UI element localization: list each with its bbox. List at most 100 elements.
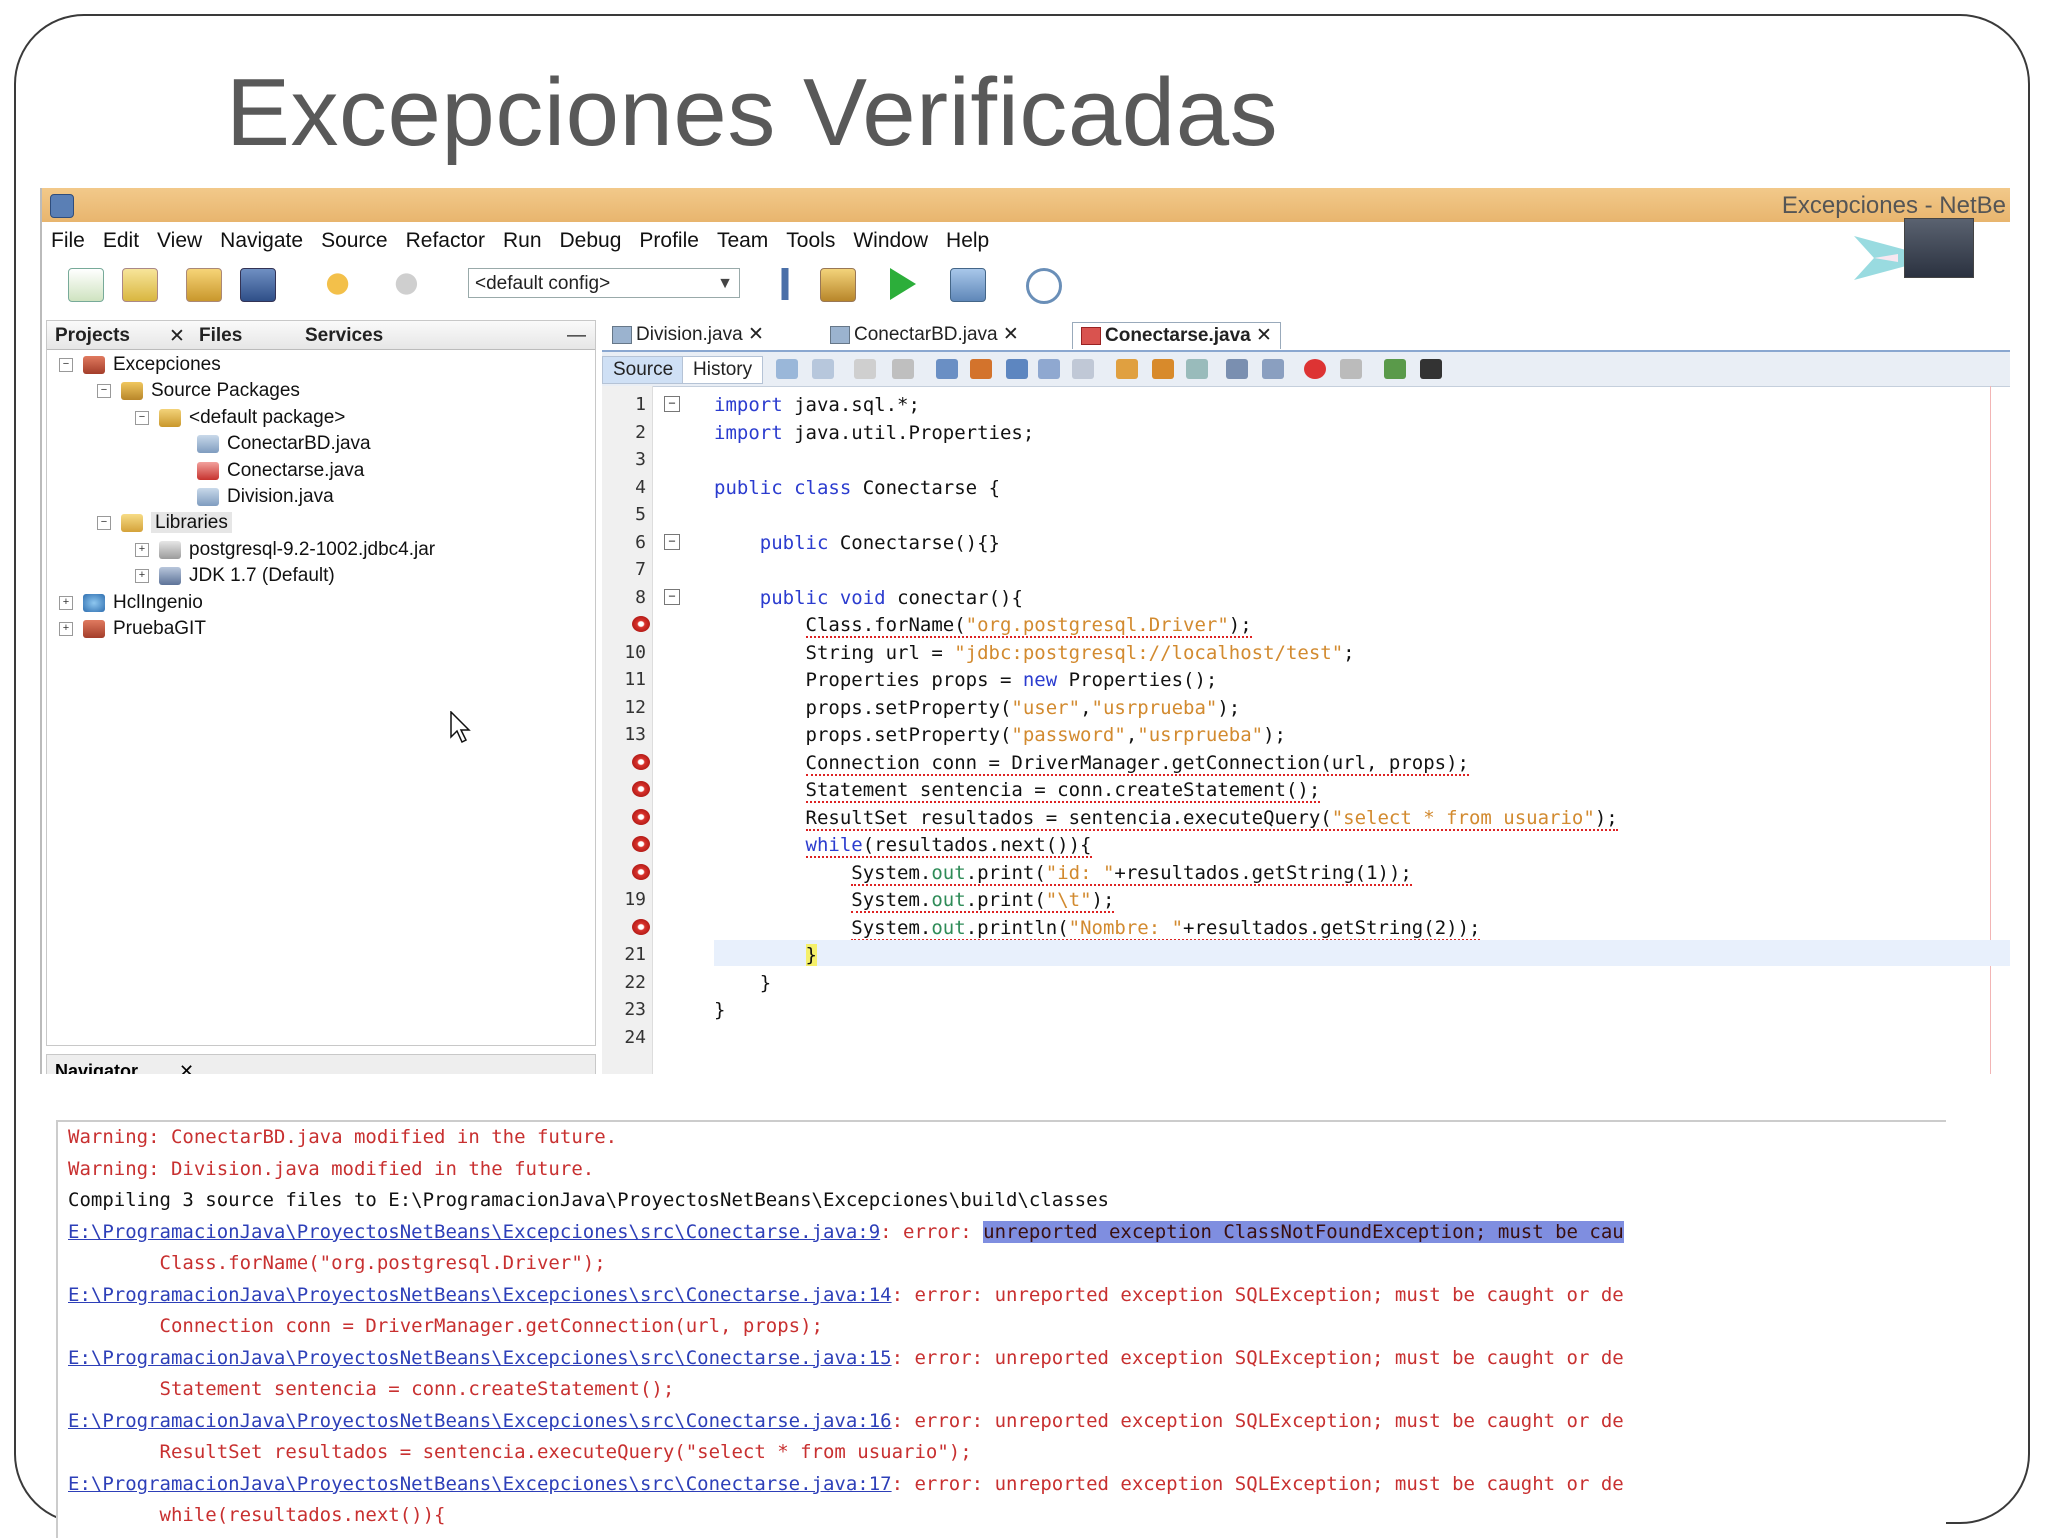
tab-conectarse-java[interactable]: Conectarse.java ✕ [1072, 322, 1281, 349]
menu-item-team[interactable]: Team [708, 224, 777, 258]
tree-node[interactable]: Division.java [173, 483, 334, 511]
error-source-link[interactable]: E:\ProgramacionJava\ProyectosNetBeans\Ex… [68, 1347, 892, 1369]
menu-item-run[interactable]: Run [494, 224, 551, 258]
redo-icon[interactable] [386, 268, 420, 300]
close-icon[interactable]: ✕ [179, 1061, 194, 1074]
tree-node[interactable]: + HclIngenio [59, 589, 203, 617]
error-badge-icon[interactable] [632, 863, 650, 880]
tree-node[interactable]: − Libraries [97, 509, 232, 537]
tab-division-java[interactable]: Division.java ✕ [604, 322, 772, 348]
close-icon[interactable]: ✕ [169, 325, 185, 348]
back-icon[interactable] [776, 359, 798, 379]
config-select[interactable]: <default config> ▼ [468, 268, 740, 298]
navigator-label[interactable]: Navigator [55, 1061, 138, 1074]
find-next-icon[interactable] [1006, 359, 1028, 379]
menu-item-refactor[interactable]: Refactor [397, 224, 494, 258]
record-macro-icon[interactable] [1304, 359, 1326, 379]
shift-left-icon[interactable] [1186, 359, 1208, 379]
forward-icon[interactable] [812, 359, 834, 379]
find-icon[interactable] [936, 359, 958, 379]
tab-services[interactable]: Services [305, 325, 383, 347]
error-badge-icon[interactable] [632, 808, 650, 825]
toggle-icon[interactable] [892, 359, 914, 379]
tab-files[interactable]: Files [199, 325, 242, 347]
error-source-link[interactable]: E:\ProgramacionJava\ProyectosNetBeans\Ex… [68, 1221, 880, 1243]
expand-toggle-icon[interactable]: + [59, 621, 73, 636]
error-badge-icon[interactable] [632, 781, 650, 797]
tree-node[interactable]: ConectarBD.java [173, 430, 371, 458]
save-all-icon[interactable] [240, 268, 276, 302]
expand-toggle-icon[interactable]: − [59, 357, 73, 372]
tree-node[interactable]: + postgresql-9.2-1002.jdbc4.jar [135, 536, 435, 564]
undo-icon[interactable] [324, 268, 358, 300]
tab-conectarbd-java[interactable]: ConectarBD.java ✕ [822, 322, 1027, 348]
menu-item-edit[interactable]: Edit [94, 224, 148, 258]
menu-item-help[interactable]: Help [937, 224, 998, 258]
next-bookmark-icon[interactable] [1152, 359, 1174, 379]
expand-toggle-icon[interactable]: + [59, 595, 73, 610]
menu-item-file[interactable]: File [42, 224, 94, 258]
expand-toggle-icon[interactable]: − [135, 410, 149, 425]
comment-icon[interactable] [1262, 359, 1284, 379]
output-line[interactable]: E:\ProgramacionJava\ProyectosNetBeans\Ex… [68, 1410, 1624, 1432]
tree-node[interactable]: + PruebaGIT [59, 615, 206, 643]
output-line[interactable]: E:\ProgramacionJava\ProyectosNetBeans\Ex… [68, 1220, 1624, 1243]
error-badge-icon[interactable] [632, 753, 650, 770]
menu-item-view[interactable]: View [148, 224, 211, 258]
menu-item-navigate[interactable]: Navigate [211, 224, 312, 258]
expand-toggle-icon[interactable]: + [135, 569, 149, 584]
fold-toggle-icon[interactable]: − [664, 533, 680, 550]
run-icon[interactable] [890, 268, 916, 300]
diff-icon[interactable] [1384, 359, 1406, 379]
tree-node[interactable]: + JDK 1.7 (Default) [135, 562, 335, 590]
new-file-icon[interactable] [68, 268, 104, 302]
debug-icon[interactable] [950, 268, 986, 302]
menu-item-window[interactable]: Window [844, 224, 937, 258]
expand-toggle-icon[interactable]: − [97, 384, 111, 399]
expand-toggle-icon[interactable]: + [135, 542, 149, 557]
stop-macro-icon[interactable] [1340, 359, 1362, 379]
close-icon[interactable]: ✕ [1256, 325, 1272, 346]
fold-toggle-icon[interactable]: − [664, 588, 680, 605]
error-badge-icon[interactable] [632, 836, 650, 852]
find-prev-icon[interactable] [970, 359, 992, 379]
error-source-link[interactable]: E:\ProgramacionJava\ProyectosNetBeans\Ex… [68, 1284, 892, 1306]
tree-node[interactable]: − Source Packages [97, 377, 300, 405]
minimize-icon[interactable]: — [567, 325, 586, 347]
end-icon[interactable] [1420, 359, 1442, 379]
error-badge-icon[interactable] [632, 616, 650, 632]
shift-right-icon[interactable] [1226, 359, 1248, 379]
tree-node[interactable]: − Excepciones [59, 351, 221, 379]
output-line[interactable]: E:\ProgramacionJava\ProyectosNetBeans\Ex… [68, 1347, 1624, 1369]
menu-item-source[interactable]: Source [312, 224, 397, 258]
clean-build-icon[interactable] [820, 268, 856, 302]
fold-toggle-icon[interactable]: − [664, 396, 680, 412]
profile-icon[interactable] [1026, 268, 1062, 304]
tab-projects[interactable]: Projects [55, 325, 130, 347]
source-view-button[interactable]: Source [602, 356, 685, 384]
toggle-bookmark-icon[interactable] [1072, 359, 1094, 379]
build-output-panel[interactable]: Warning: ConectarBD.java modified in the… [56, 1120, 1946, 1538]
output-line[interactable]: E:\ProgramacionJava\ProyectosNetBeans\Ex… [68, 1284, 1624, 1306]
open-project-icon[interactable] [186, 268, 222, 302]
menu-item-tools[interactable]: Tools [777, 224, 844, 258]
close-icon[interactable]: ✕ [748, 324, 764, 345]
error-badge-icon[interactable] [632, 918, 650, 935]
tree-node[interactable]: Conectarse.java [173, 457, 364, 485]
build-hammer-icon[interactable] [768, 268, 802, 300]
new-project-icon[interactable] [122, 268, 158, 302]
expand-toggle-icon[interactable]: − [97, 516, 111, 531]
history-view-button[interactable]: History [682, 356, 764, 384]
java-file-icon [612, 325, 632, 344]
last-edit-icon[interactable] [854, 359, 876, 379]
prev-bookmark-icon[interactable] [1116, 359, 1138, 379]
menu-item-profile[interactable]: Profile [630, 224, 708, 258]
close-icon[interactable]: ✕ [1003, 324, 1019, 345]
highlight-icon[interactable] [1038, 359, 1060, 379]
error-source-link[interactable]: E:\ProgramacionJava\ProyectosNetBeans\Ex… [68, 1410, 892, 1432]
output-line[interactable]: E:\ProgramacionJava\ProyectosNetBeans\Ex… [68, 1473, 1624, 1495]
menu-item-debug[interactable]: Debug [551, 224, 631, 258]
tree-node[interactable]: − <default package> [135, 404, 345, 432]
error-source-link[interactable]: E:\ProgramacionJava\ProyectosNetBeans\Ex… [68, 1473, 892, 1495]
code-editor[interactable]: 1 − import java.sql.*; 2 import java.util.Pr… [602, 386, 2010, 1074]
